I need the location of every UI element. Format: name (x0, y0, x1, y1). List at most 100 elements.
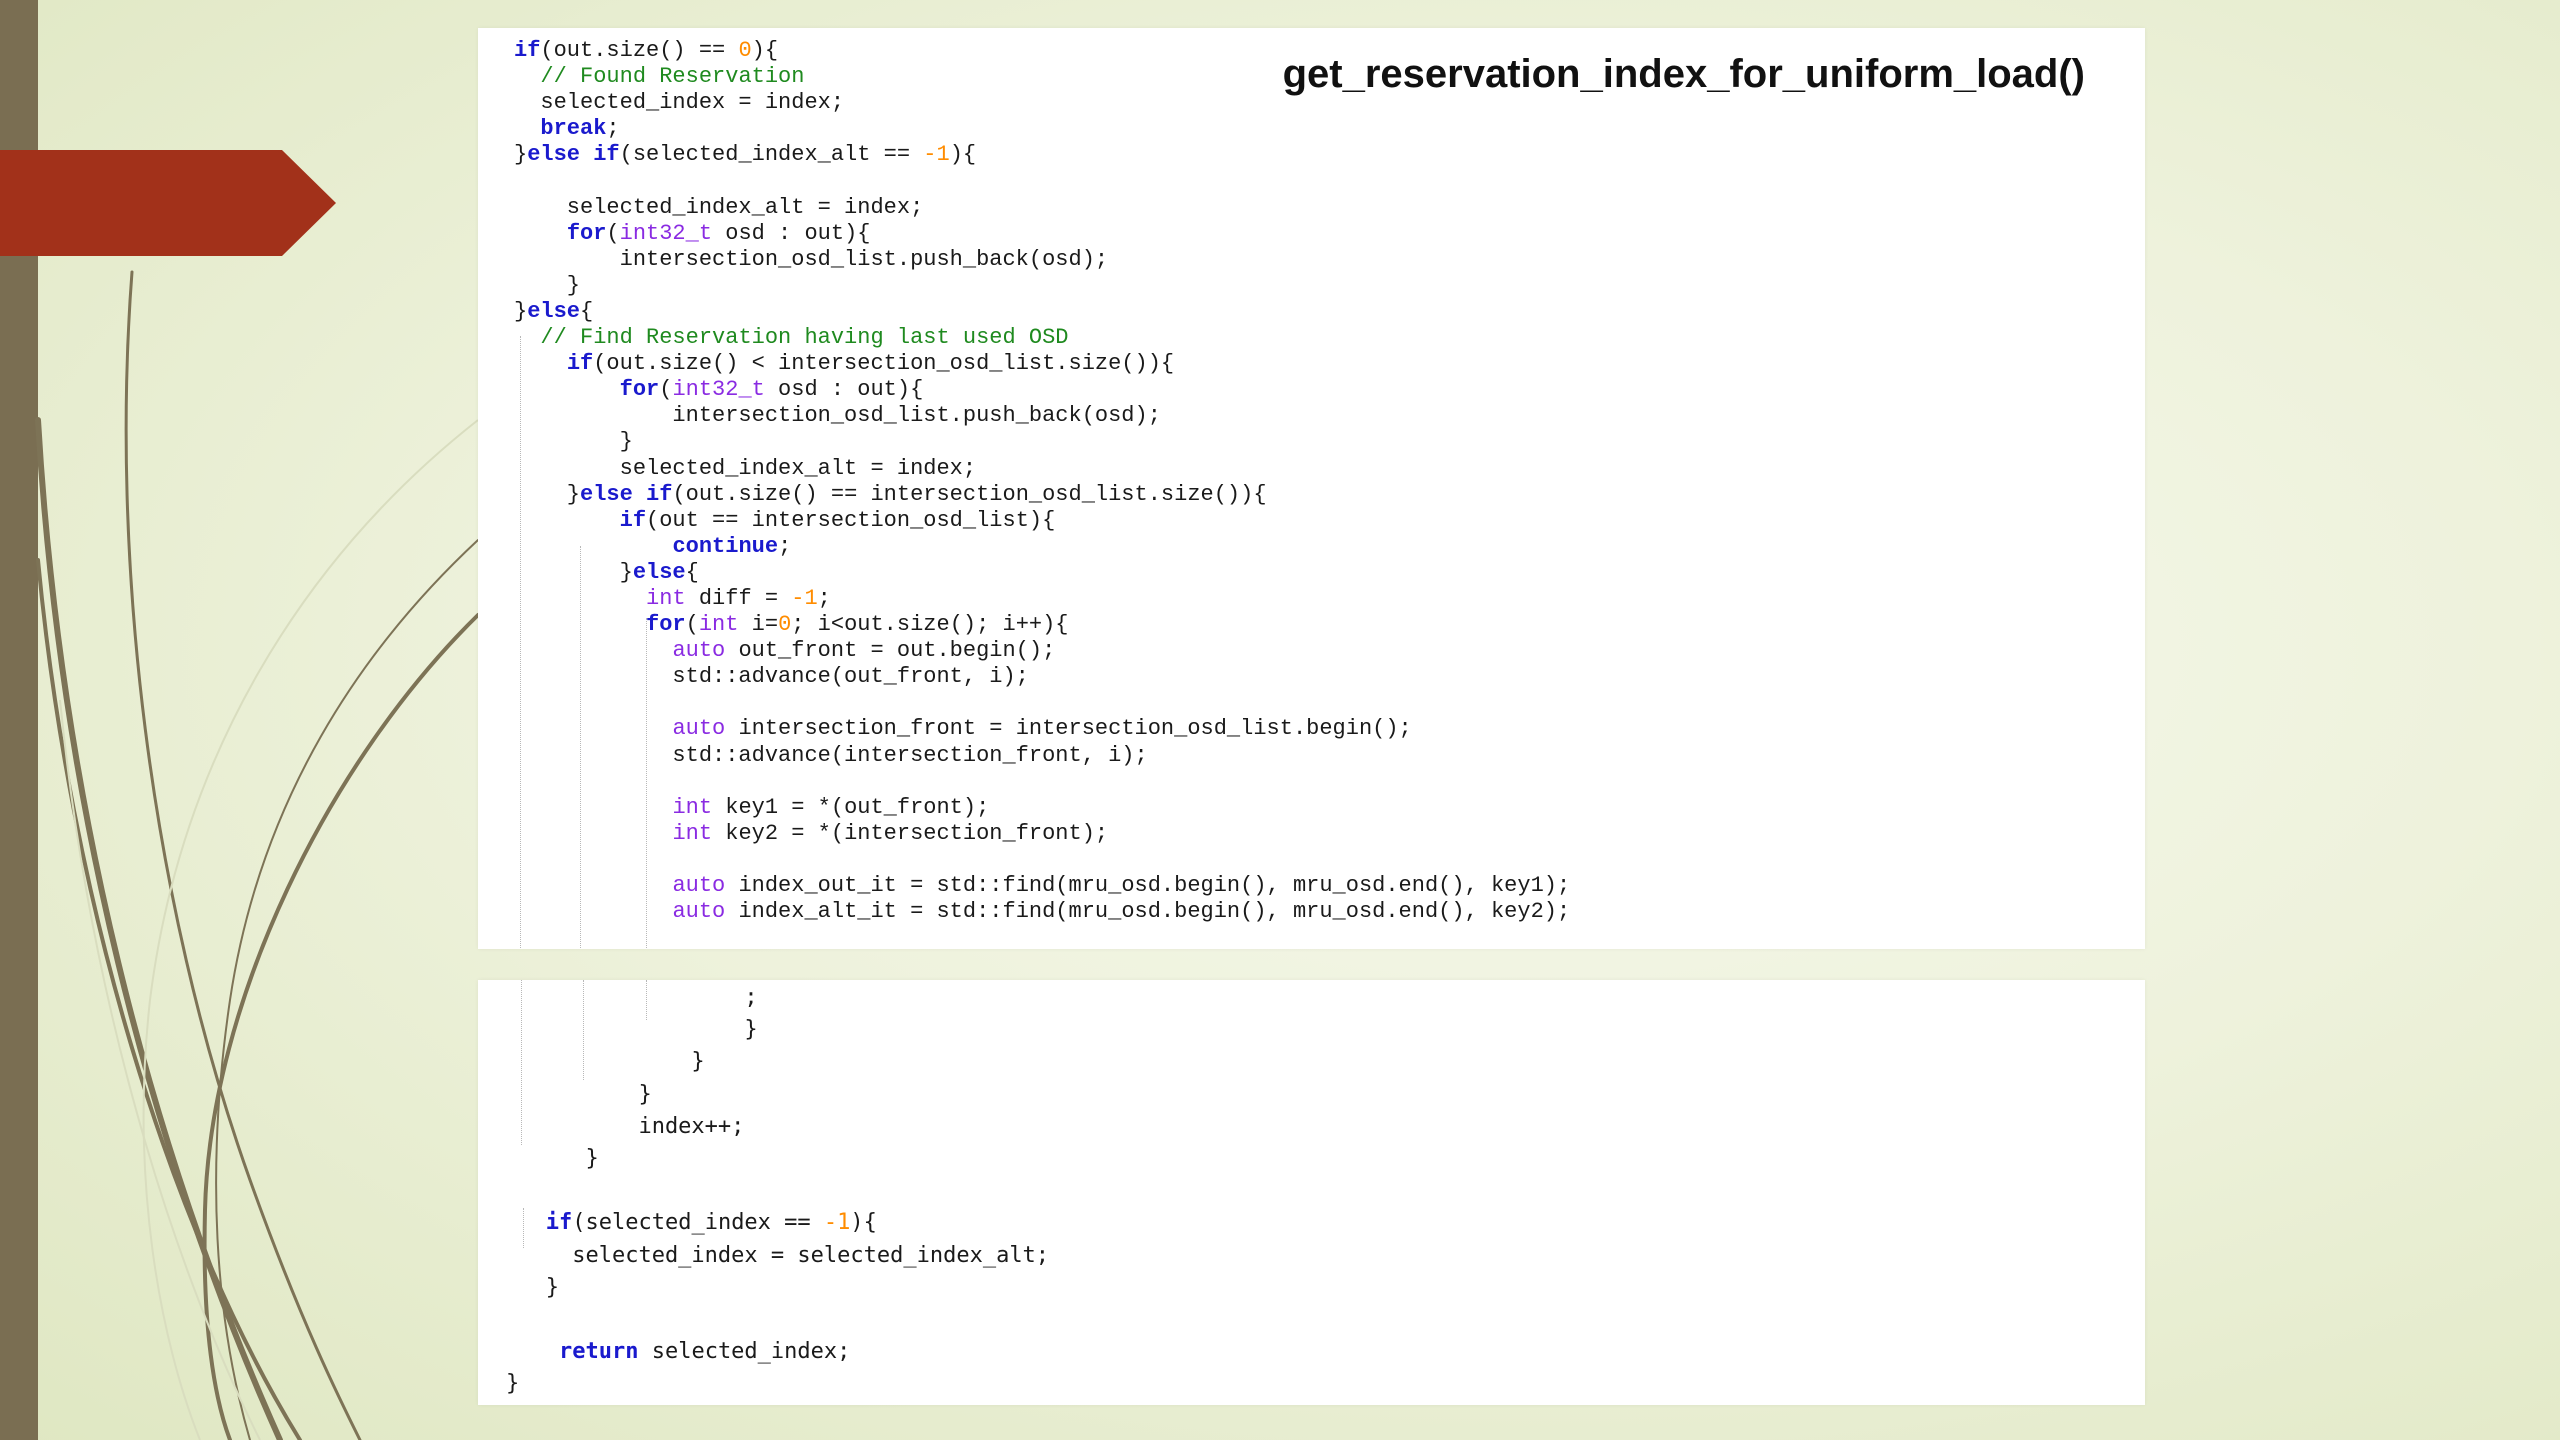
code-line: int diff = -1; (514, 586, 1570, 612)
code-token: -1 (823, 1210, 851, 1236)
code-token: ; (606, 116, 620, 142)
code-block-bottom: ; } } } index++; } if(selected_index == … (506, 982, 1049, 1401)
code-token: (out.size() == intersection_osd_list.siz… (672, 481, 1267, 507)
code-token: int (646, 585, 686, 611)
code-line: } (506, 1046, 1049, 1078)
code-token: int32_t (619, 220, 713, 246)
code-token: ){ (949, 142, 977, 168)
code-token: // Find Reservation having last used OSD (540, 325, 1069, 351)
code-line: break; (514, 116, 1570, 142)
code-token: -1 (923, 142, 950, 168)
code-line: } (506, 1143, 1049, 1175)
code-line: std::advance(intersection_front, i); (514, 743, 1570, 769)
code-token: ; (778, 533, 792, 559)
code-token: std::advance(out_front, i); (514, 664, 1029, 690)
code-token: intersection_osd_list.push_back(osd); (514, 403, 1161, 429)
code-token: intersection_osd_list.push_back(osd); (514, 246, 1109, 272)
code-token: auto (672, 638, 726, 664)
code-line: }else{ (514, 560, 1570, 586)
code-line: intersection_osd_list.push_back(osd); (514, 403, 1570, 429)
code-line: return selected_index; (506, 1336, 1049, 1368)
code-token: int32_t (672, 377, 765, 403)
code-line: continue; (514, 534, 1570, 560)
code-token: intersection_front = intersection_osd_li… (725, 716, 1412, 742)
code-token: (out.size() < intersection_osd_list.size… (593, 351, 1175, 377)
code-token: ( (659, 377, 673, 403)
code-panel-top: if(out.size() == 0){ // Found Reservatio… (478, 28, 2145, 949)
code-token: ( (606, 220, 620, 246)
code-token: } (506, 1274, 559, 1300)
code-line: auto index_out_it = std::find(mru_osd.be… (514, 873, 1570, 899)
code-token: 0 (778, 612, 792, 638)
code-token: else (632, 559, 686, 585)
code-line: } (514, 273, 1570, 299)
code-token: -1 (791, 585, 818, 611)
code-line: int key2 = *(intersection_front); (514, 821, 1570, 847)
code-line: }else if(selected_index_alt == -1){ (514, 142, 1570, 168)
code-line: } (514, 429, 1570, 455)
code-token: ){ (751, 38, 779, 63)
code-token: { (685, 559, 699, 585)
code-token: diff = (685, 585, 792, 611)
code-token: (out == intersection_osd_list){ (646, 507, 1056, 533)
code-line: if(out == intersection_osd_list){ (514, 508, 1570, 534)
code-token: (selected_index_alt == (619, 142, 924, 168)
code-token: int (672, 794, 713, 820)
code-line: } (506, 1079, 1049, 1111)
code-token: else (527, 298, 581, 324)
code-line: auto out_front = out.begin(); (514, 638, 1570, 664)
code-token: osd : out){ (764, 377, 924, 403)
code-token: osd : out){ (712, 220, 871, 246)
code-line: selected_index = selected_index_alt; (506, 1240, 1049, 1272)
code-token: ; (817, 585, 831, 611)
code-token: else if (580, 481, 673, 507)
code-line: selected_index_alt = index; (514, 195, 1570, 221)
code-token: ; i<out.size(); i++){ (791, 612, 1069, 638)
code-line: } (506, 1368, 1049, 1400)
code-token: auto (672, 716, 726, 742)
code-line: for(int32_t osd : out){ (514, 377, 1570, 403)
code-line: std::advance(out_front, i); (514, 664, 1570, 690)
code-token: ){ (850, 1210, 877, 1236)
code-line: } (506, 1014, 1049, 1046)
code-line: if(selected_index == -1){ (506, 1207, 1049, 1239)
code-line: ; (506, 982, 1049, 1014)
code-token: index_out_it = std::find(mru_osd.begin()… (725, 873, 1571, 898)
code-token: auto (672, 873, 726, 898)
code-token: selected_index = selected_index_alt; (506, 1242, 1050, 1268)
code-token: int (672, 820, 713, 846)
code-token: key2 = *(intersection_front); (712, 820, 1109, 846)
code-token: index_alt_it = std::find(mru_osd.begin()… (725, 899, 1571, 925)
code-line: } (506, 1272, 1049, 1304)
code-token: key1 = *(out_front); (712, 794, 990, 820)
code-token: if (514, 38, 541, 63)
code-token: auto (672, 899, 726, 925)
code-line: auto intersection_front = intersection_o… (514, 716, 1570, 742)
code-line: if(out.size() < intersection_osd_list.si… (514, 351, 1570, 377)
code-token: break (540, 116, 607, 142)
code-token: } (506, 1371, 520, 1397)
code-token: (out.size() == (540, 38, 739, 63)
code-token: 0 (738, 38, 752, 63)
code-token: selected_index; (638, 1339, 851, 1365)
code-token: } (506, 1146, 599, 1172)
